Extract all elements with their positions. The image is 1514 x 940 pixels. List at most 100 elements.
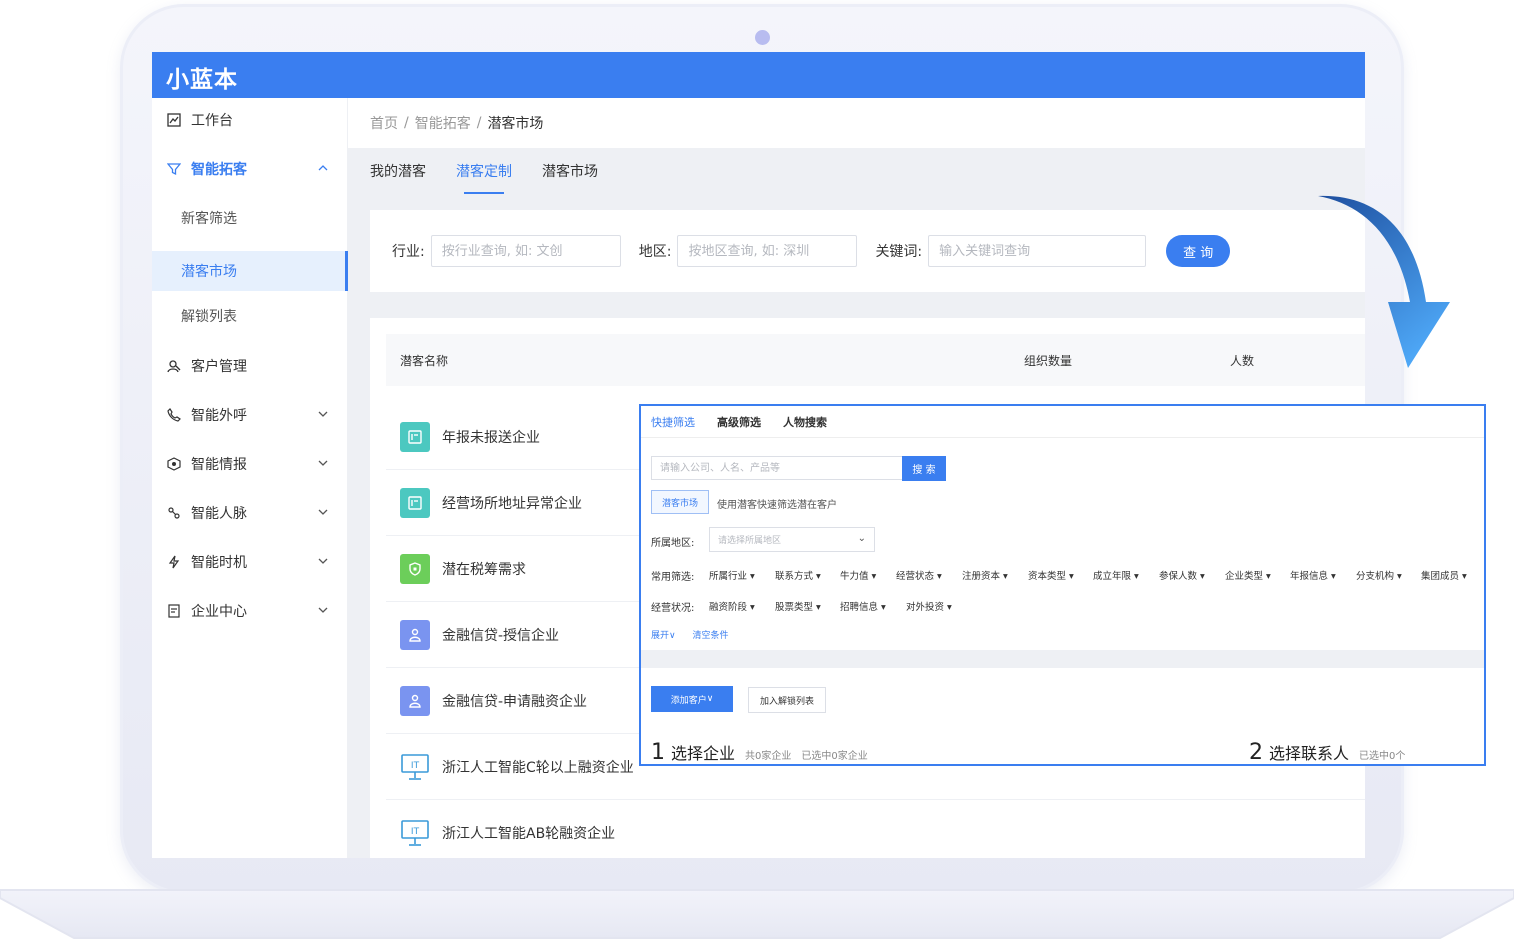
prospect-market-button[interactable]: 潜客市场	[651, 490, 709, 514]
filter-strength[interactable]: 牛力值 ▾	[840, 568, 876, 582]
sidebar-item-smart-call[interactable]: 智能外呼	[152, 395, 348, 435]
sidebar-item-smart-network[interactable]: 智能人脉	[152, 493, 348, 533]
it-monitor-icon: IT	[400, 818, 430, 848]
lightning-icon	[165, 553, 183, 571]
sidebar-item-workbench[interactable]: 工作台	[152, 100, 348, 140]
sidebar-subitem-label: 潜客市场	[181, 264, 237, 280]
search-button[interactable]: 搜 索	[902, 456, 946, 481]
sidebar-item-smart-prospect[interactable]: 智能拓客	[152, 149, 348, 189]
chevron-down-icon	[318, 509, 328, 515]
person-icon	[400, 685, 430, 716]
region-label: 所属地区:	[651, 538, 695, 549]
step-selected: 已选中0家企业	[801, 751, 868, 762]
camera-dot	[755, 30, 770, 45]
filter-tab-bar: 快捷筛选 高级筛选 人物搜索	[641, 406, 1484, 438]
tab-quick-filter[interactable]: 快捷筛选	[651, 414, 695, 430]
tab-my-prospects[interactable]: 我的潜客	[370, 148, 426, 198]
filter-branches[interactable]: 分支机构 ▾	[1356, 568, 1402, 582]
sidebar-item-label: 智能拓客	[191, 162, 247, 178]
tab-prospect-custom[interactable]: 潜客定制	[456, 148, 512, 198]
top-bar: 小蓝本	[152, 52, 1365, 98]
breadcrumb-separator: /	[404, 115, 409, 131]
expand-link[interactable]: 展开∨	[651, 631, 676, 641]
report-icon	[400, 487, 430, 518]
network-icon	[165, 504, 183, 522]
column-header-name: 潜客名称	[400, 354, 449, 368]
step-select-contact: 2 选择联系人 已选中0个	[1249, 740, 1405, 765]
tab-person-search[interactable]: 人物搜索	[783, 414, 827, 430]
breadcrumb-home[interactable]: 首页	[370, 113, 398, 133]
market-hint: 使用潜客快速筛选潜在客户	[717, 500, 837, 511]
section-divider	[641, 650, 1484, 668]
sidebar-item-label: 智能情报	[191, 457, 247, 473]
tab-prospect-market[interactable]: 潜客市场	[542, 148, 598, 198]
filter-recruitment[interactable]: 招聘信息 ▾	[840, 599, 886, 613]
filter-contact[interactable]: 联系方式 ▾	[775, 568, 821, 582]
app-logo[interactable]: 小蓝本	[166, 60, 238, 94]
company-search-input[interactable]	[651, 456, 903, 480]
sidebar-item-label: 智能时机	[191, 555, 247, 571]
query-button[interactable]: 查 询	[1166, 235, 1231, 267]
keyword-input[interactable]	[928, 235, 1147, 267]
step-select-company: 1 选择企业 共0家企业 已选中0家企业	[651, 740, 868, 765]
sidebar-item-label: 智能人脉	[191, 506, 247, 522]
sidebar-item-label: 工作台	[191, 113, 233, 129]
add-to-unlock-list-button[interactable]: 加入解锁列表	[748, 687, 826, 713]
keyword-label: 关键词:	[875, 244, 923, 260]
breadcrumb: 首页 / 智能拓客 / 潜客市场	[348, 98, 1365, 148]
sidebar-subitem-prospect-market[interactable]: 潜客市场	[152, 251, 348, 291]
chevron-down-icon	[318, 460, 328, 466]
add-customer-button[interactable]: 添加客户 ∨	[651, 686, 733, 712]
filter-group-members[interactable]: 集团成员 ▾	[1421, 568, 1467, 582]
sidebar-item-label: 智能外呼	[191, 408, 247, 424]
sidebar-item-customer-mgmt[interactable]: 客户管理	[152, 346, 348, 386]
quick-filter-card: 快捷筛选 高级筛选 人物搜索 搜 索 潜客市场 使用潜客快速筛选潜在客户 所属地…	[639, 404, 1486, 766]
region-label: 地区:	[638, 244, 672, 260]
sidebar-item-smart-intel[interactable]: 智能情报	[152, 444, 348, 484]
filter-funding-stage[interactable]: 融资阶段 ▾	[709, 599, 755, 613]
chevron-down-icon	[318, 558, 328, 564]
industry-input[interactable]	[430, 235, 621, 267]
row-name: 金融信贷-授信企业	[442, 627, 560, 644]
user-search-icon	[165, 357, 183, 375]
industry-label: 行业:	[392, 244, 425, 260]
breadcrumb-smart-prospect[interactable]: 智能拓客	[415, 113, 471, 133]
breadcrumb-current: 潜客市场	[487, 116, 544, 132]
filter-years[interactable]: 成立年限 ▾	[1093, 568, 1139, 582]
sidebar-subitem-unlock-list[interactable]: 解锁列表	[152, 296, 348, 336]
row-name: 经营场所地址异常企业	[442, 495, 582, 512]
step-selected: 已选中0个	[1359, 751, 1406, 762]
filter-capital-type[interactable]: 资本类型 ▾	[1028, 568, 1074, 582]
filter-icon	[165, 160, 183, 178]
filter-investment[interactable]: 对外投资 ▾	[906, 599, 952, 613]
report-icon	[400, 421, 430, 452]
region-select[interactable]: 请选择所属地区 ⌄	[709, 527, 875, 552]
chevron-down-icon	[318, 411, 328, 417]
sidebar-subitem-new-customer[interactable]: 新客筛选	[152, 198, 348, 238]
filter-insured[interactable]: 参保人数 ▾	[1159, 568, 1205, 582]
tab-advanced-filter[interactable]: 高级筛选	[717, 414, 761, 430]
shield-icon	[400, 553, 430, 584]
sidebar-item-smart-timing[interactable]: 智能时机	[152, 542, 348, 582]
filter-annual-report[interactable]: 年报信息 ▾	[1290, 568, 1336, 582]
row-name: 潜在税筹需求	[442, 561, 526, 578]
chart-icon	[165, 111, 183, 129]
sidebar-item-enterprise-center[interactable]: 企业中心	[152, 591, 348, 631]
region-select-placeholder: 请选择所属地区	[718, 536, 782, 546]
row-name: 金融信贷-申请融资企业	[442, 693, 588, 710]
table-row[interactable]: IT 浙江人工智能AB轮融资企业	[386, 800, 1365, 858]
filter-biz-status[interactable]: 经营状态 ▾	[896, 568, 942, 582]
row-name: 浙江人工智能C轮以上融资企业	[442, 759, 634, 776]
filter-reg-capital[interactable]: 注册资本 ▾	[962, 568, 1008, 582]
svg-text:IT: IT	[411, 761, 420, 771]
column-header-org-count: 组织数量	[1024, 354, 1073, 368]
filter-company-type[interactable]: 企业类型 ▾	[1225, 568, 1271, 582]
filter-stock-type[interactable]: 股票类型 ▾	[775, 599, 821, 613]
clear-conditions-link[interactable]: 清空条件	[692, 631, 728, 641]
filter-links: 展开∨ 清空条件	[651, 628, 729, 641]
column-header-people: 人数	[1230, 354, 1255, 368]
sidebar-subitem-label: 解锁列表	[181, 309, 237, 325]
filter-industry[interactable]: 所属行业 ▾	[709, 568, 755, 582]
tab-bar: 我的潜客 潜客定制 潜客市场	[348, 148, 1365, 198]
region-input[interactable]	[677, 235, 858, 267]
